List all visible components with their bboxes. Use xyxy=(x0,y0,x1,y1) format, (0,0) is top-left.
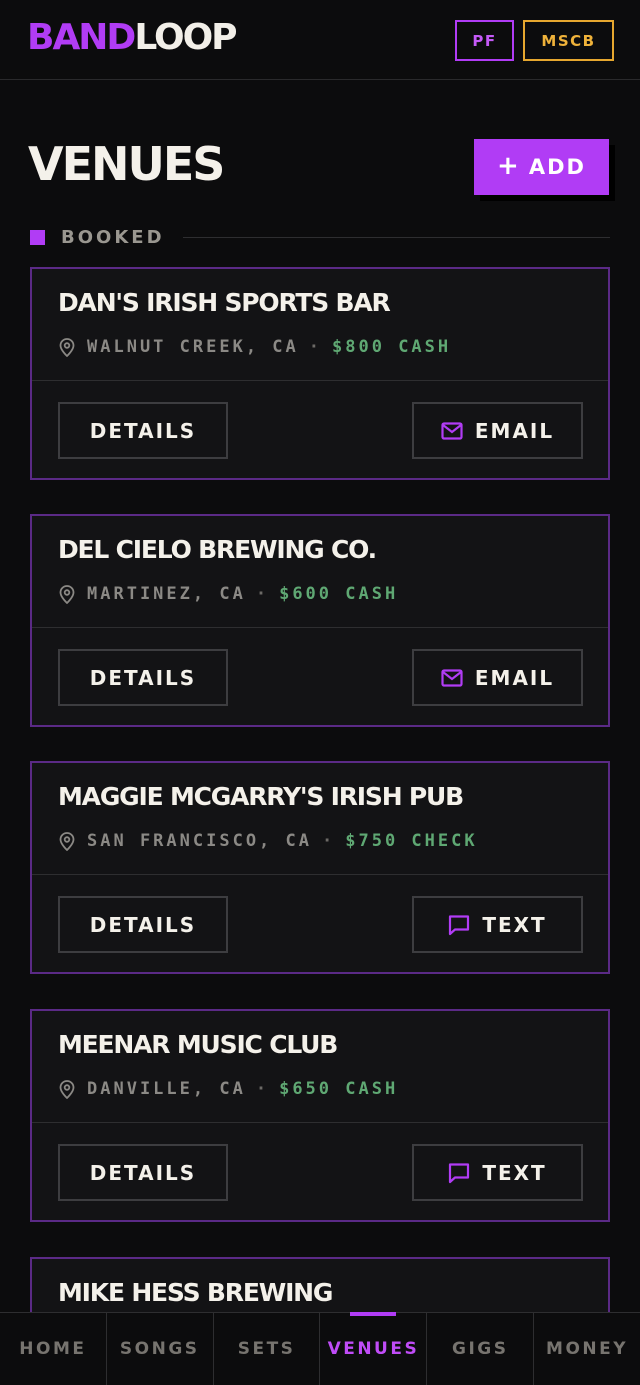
add-venue-button[interactable]: + ADD xyxy=(474,139,609,195)
message-icon xyxy=(449,1162,470,1183)
section-header-booked: BOOKED xyxy=(30,226,610,248)
venue-card: MAGGIE MCGARRY'S IRISH PUB SAN FRANCISCO… xyxy=(30,761,610,974)
venue-pay: $600 CASH xyxy=(279,584,399,604)
nav-tab-venues[interactable]: VENUES xyxy=(320,1312,428,1385)
nav-tab-money[interactable]: MONEY xyxy=(534,1313,640,1385)
location-pin-icon xyxy=(59,832,75,851)
text-button[interactable]: TEXT xyxy=(412,896,583,953)
meta-separator: · xyxy=(322,831,336,851)
venue-meta: WALNUT CREEK, CA · $800 CASH xyxy=(58,335,451,359)
meta-separator: · xyxy=(255,584,270,604)
venue-meta: MARTINEZ, CA · $600 CASH xyxy=(58,582,398,606)
details-button[interactable]: DETAILS xyxy=(58,402,228,459)
venue-location: SAN FRANCISCO, CA xyxy=(87,831,312,851)
text-button-label: TEXT xyxy=(482,912,547,937)
plus-icon: + xyxy=(497,150,521,181)
logo-part-loop: LOOP xyxy=(134,17,237,58)
venue-name: MIKE HESS BREWING xyxy=(58,1278,333,1307)
bottom-nav: HOME SONGS SETS VENUES GIGS MONEY xyxy=(0,1312,640,1385)
page-title: VENUES xyxy=(28,137,225,191)
location-pin-icon xyxy=(59,338,75,357)
app-logo[interactable]: BANDLOOP xyxy=(27,16,238,60)
email-button-label: EMAIL xyxy=(474,418,555,443)
top-bar: BANDLOOP PF MSCB xyxy=(0,0,640,80)
venue-meta: SAN FRANCISCO, CA · $750 CHECK xyxy=(58,829,478,853)
card-divider xyxy=(32,380,608,381)
text-button[interactable]: TEXT xyxy=(412,1144,583,1201)
venue-name: MEENAR MUSIC CLUB xyxy=(58,1030,338,1059)
venue-name: DAN'S IRISH SPORTS BAR xyxy=(58,288,391,317)
venue-location: MARTINEZ, CA xyxy=(87,584,246,604)
venue-pay: $650 CASH xyxy=(279,1079,399,1099)
text-button-label: TEXT xyxy=(482,1160,547,1185)
card-divider xyxy=(32,874,608,875)
details-button[interactable]: DETAILS xyxy=(58,896,228,953)
venue-card: MEENAR MUSIC CLUB DANVILLE, CA · $650 CA… xyxy=(30,1009,610,1222)
email-button[interactable]: EMAIL xyxy=(412,649,583,706)
email-button[interactable]: EMAIL xyxy=(412,402,583,459)
meta-separator: · xyxy=(255,1079,270,1099)
band-switch-pf[interactable]: PF xyxy=(455,20,514,61)
add-venue-wrap: + ADD xyxy=(474,139,615,201)
section-label: BOOKED xyxy=(61,226,165,248)
email-button-label: EMAIL xyxy=(474,665,555,690)
meta-separator: · xyxy=(308,337,323,357)
section-divider xyxy=(182,236,610,238)
add-button-label: ADD xyxy=(528,155,586,179)
details-button[interactable]: DETAILS xyxy=(58,1144,228,1201)
venue-location: WALNUT CREEK, CA xyxy=(87,337,299,357)
venue-pay: $750 CHECK xyxy=(345,831,478,851)
mail-icon xyxy=(441,668,463,687)
nav-tab-gigs[interactable]: GIGS xyxy=(427,1313,535,1385)
location-pin-icon xyxy=(59,1080,75,1099)
venue-name: MAGGIE MCGARRY'S IRISH PUB xyxy=(58,782,464,811)
venue-name: DEL CIELO BREWING CO. xyxy=(58,535,377,564)
message-icon xyxy=(449,914,470,935)
band-switch-mscb[interactable]: MSCB xyxy=(523,20,614,61)
location-pin-icon xyxy=(59,585,75,604)
nav-tab-home[interactable]: HOME xyxy=(0,1313,107,1385)
venue-meta: DANVILLE, CA · $650 CASH xyxy=(58,1077,398,1101)
venue-card: DEL CIELO BREWING CO. MARTINEZ, CA · $60… xyxy=(30,514,610,727)
logo-part-band: BAND xyxy=(27,17,136,58)
venue-card: DAN'S IRISH SPORTS BAR WALNUT CREEK, CA … xyxy=(30,267,610,480)
card-divider xyxy=(32,627,608,628)
venue-pay: $800 CASH xyxy=(332,337,452,357)
section-marker-icon xyxy=(30,229,45,245)
nav-tab-sets[interactable]: SETS xyxy=(214,1313,321,1385)
venue-location: DANVILLE, CA xyxy=(87,1079,246,1099)
details-button[interactable]: DETAILS xyxy=(58,649,228,706)
mail-icon xyxy=(441,421,463,440)
card-divider xyxy=(32,1122,608,1123)
nav-tab-songs[interactable]: SONGS xyxy=(107,1313,214,1385)
